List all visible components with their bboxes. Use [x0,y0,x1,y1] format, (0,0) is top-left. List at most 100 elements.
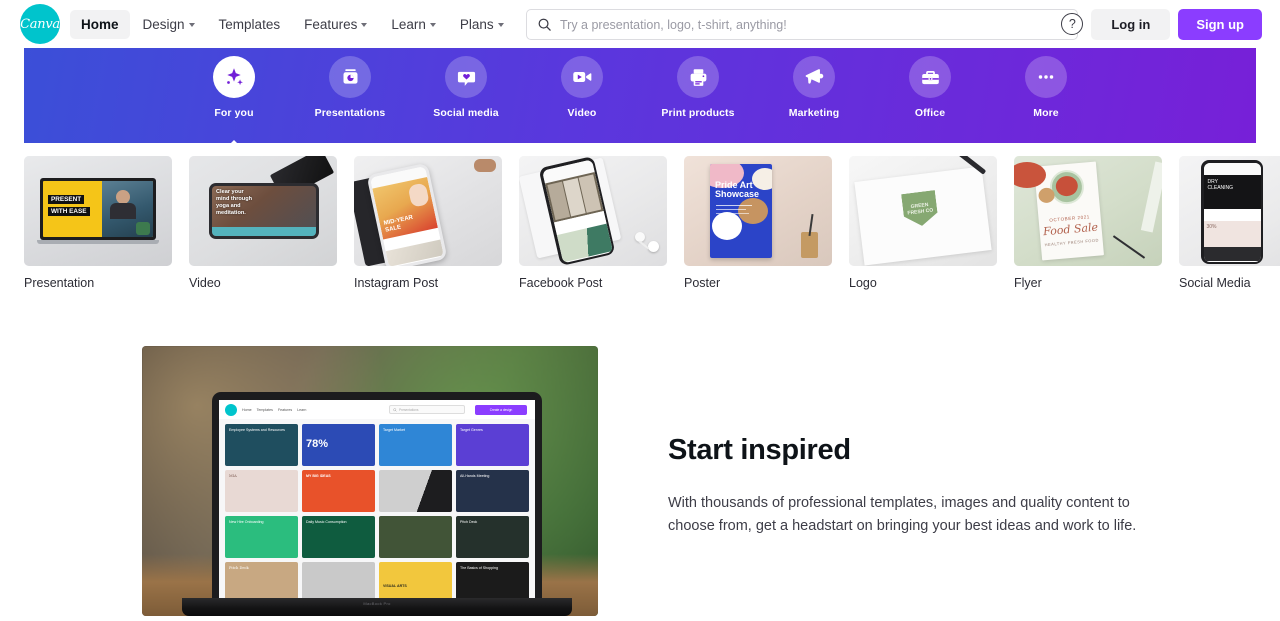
design-type-social-media[interactable]: DRY CLEANING 30% Social Media [1179,156,1280,290]
projector-icon [343,68,357,84]
design-type-presentation-image: PRESENT WITH EASE [24,156,172,266]
mini-create-design-button: Create a design [475,404,527,415]
category-office-circle [909,56,951,98]
nav-item-learn[interactable]: Learn [380,10,447,39]
top-header: Canva Home Design Templates Features Lea… [0,0,1280,48]
nav-item-plans-label: Plans [459,16,494,32]
design-type-poster-image: Pride Art Showcase [684,156,832,266]
help-icon[interactable]: ? [1061,13,1084,35]
category-video-circle [561,56,603,98]
category-office-label: Office [914,107,946,119]
nav-item-home-label: Home [81,16,119,32]
printer-icon [690,68,706,86]
mini-search-placeholder: Presentations [399,407,419,412]
mini-canva-header: Home Templates Features Learn Presentati… [219,400,535,419]
search-icon [393,407,397,412]
category-marketing-label: Marketing [788,107,840,119]
nav-item-design[interactable]: Design [132,10,206,39]
design-type-facebook-post-label: Facebook Post [519,276,603,290]
nav-item-features[interactable]: Features [293,10,378,39]
video-camera-icon [573,71,592,83]
hero-title: Start inspired [668,434,851,466]
mini-nav-home: Home [242,407,252,412]
category-more-circle [1025,56,1067,98]
search-bar[interactable] [526,9,1078,40]
mini-template-card: 78% [302,424,375,466]
category-for-you[interactable]: For you [194,56,274,149]
mini-search-input: Presentations [389,405,465,414]
category-bar: For you Presentations Social media Video… [24,48,1256,149]
mini-template-card: Target Genres [456,424,529,466]
active-category-caret-icon [225,140,243,149]
category-social-media-label: Social media [433,107,499,119]
laptop-brand-label: MacBook Pro [363,601,391,606]
design-type-video-label: Video [189,276,221,290]
mini-template-card: Employee Systems and Resources [225,424,298,466]
hero-section: Home Templates Features Learn Presentati… [0,346,1280,616]
design-type-logo[interactable]: GREEN FRESH CO Logo [849,156,997,290]
design-type-logo-image: GREEN FRESH CO [849,156,997,266]
signup-button[interactable]: Sign up [1178,8,1262,40]
mini-template-card: Daily Music Consumption [302,516,375,558]
design-type-instagram-post[interactable]: MID-YEAR SALE Instagram Post [354,156,502,290]
design-type-poster-label: Poster [684,276,721,290]
category-video[interactable]: Video [542,56,622,119]
search-input[interactable] [560,10,1067,39]
mini-template-card [379,516,452,558]
category-presentations[interactable]: Presentations [310,56,390,119]
design-type-flyer[interactable]: OCTOBER 2021 Food Sale HEALTHY FRESH FOO… [1014,156,1162,290]
design-type-logo-label: Logo [849,276,877,290]
category-print-products-label: Print products [661,107,735,119]
canva-logo-text: Canva [20,16,60,32]
category-social-media[interactable]: Social media [426,56,506,119]
category-more[interactable]: More [1006,56,1086,119]
mini-nav-learn: Learn [297,407,307,412]
design-type-poster[interactable]: Pride Art Showcase Poster [684,156,832,290]
mini-template-grid: Employee Systems and Resources 78% Targe… [219,419,535,606]
hero-copy: Start inspired With thousands of profess… [668,346,1188,538]
design-type-social-media-image: DRY CLEANING 30% [1179,156,1280,266]
category-social-media-circle [445,56,487,98]
design-type-video[interactable]: Clear your mind through yoga and meditation… [189,156,337,290]
category-for-you-circle [213,56,255,98]
login-button[interactable]: Log in [1091,8,1171,40]
design-type-instagram-post-label: Instagram Post [354,276,439,290]
design-type-presentation-label: Presentation [24,276,95,290]
main-navigation: Home Design Templates Features Learn Pla… [70,9,515,39]
chevron-down-icon [361,23,368,27]
nav-item-design-label: Design [142,16,185,32]
design-type-flyer-image: OCTOBER 2021 Food Sale HEALTHY FRESH FOO… [1014,156,1162,266]
design-type-video-image: Clear your mind through yoga and meditation… [189,156,337,266]
category-print-products[interactable]: Print products [658,56,738,119]
category-marketing[interactable]: Marketing [774,56,854,119]
laptop-base: MacBook Pro [182,598,572,616]
design-type-facebook-post[interactable]: Facebook Post [519,156,667,290]
briefcase-icon [921,70,939,84]
design-type-facebook-post-image [519,156,667,266]
chevron-down-icon [497,23,504,27]
search-icon [538,18,551,31]
mini-template-card: New Hire Onboarding [225,516,298,558]
canva-logo[interactable]: Canva [20,4,60,44]
mini-nav-features: Features [277,407,293,412]
chevron-down-icon [429,23,436,27]
design-type-flyer-label: Flyer [1014,276,1042,290]
laptop-screen: Home Templates Features Learn Presentati… [219,400,535,606]
category-office[interactable]: Office [890,56,970,119]
nav-item-templates[interactable]: Templates [208,10,292,39]
mini-template-card [379,470,452,512]
megaphone-icon [805,69,824,84]
design-type-presentation[interactable]: PRESENT WITH EASE Presentation [24,156,172,290]
header-actions: ? Log in Sign up [1061,0,1262,48]
chevron-down-icon [188,23,195,27]
laptop-mockup: Home Templates Features Learn Presentati… [212,392,542,616]
category-print-products-circle [677,56,719,98]
design-type-social-media-label: Social Media [1179,276,1251,290]
mini-canva-logo [225,403,237,416]
nav-item-home[interactable]: Home [70,9,130,39]
category-presentations-label: Presentations [314,107,386,119]
mini-template-card: Target Market [379,424,452,466]
mini-template-card: MY BIG IDEAS [302,470,375,512]
nav-item-plans[interactable]: Plans [449,10,515,39]
design-type-strip: PRESENT WITH EASE Presentation Clear you… [24,156,1280,290]
